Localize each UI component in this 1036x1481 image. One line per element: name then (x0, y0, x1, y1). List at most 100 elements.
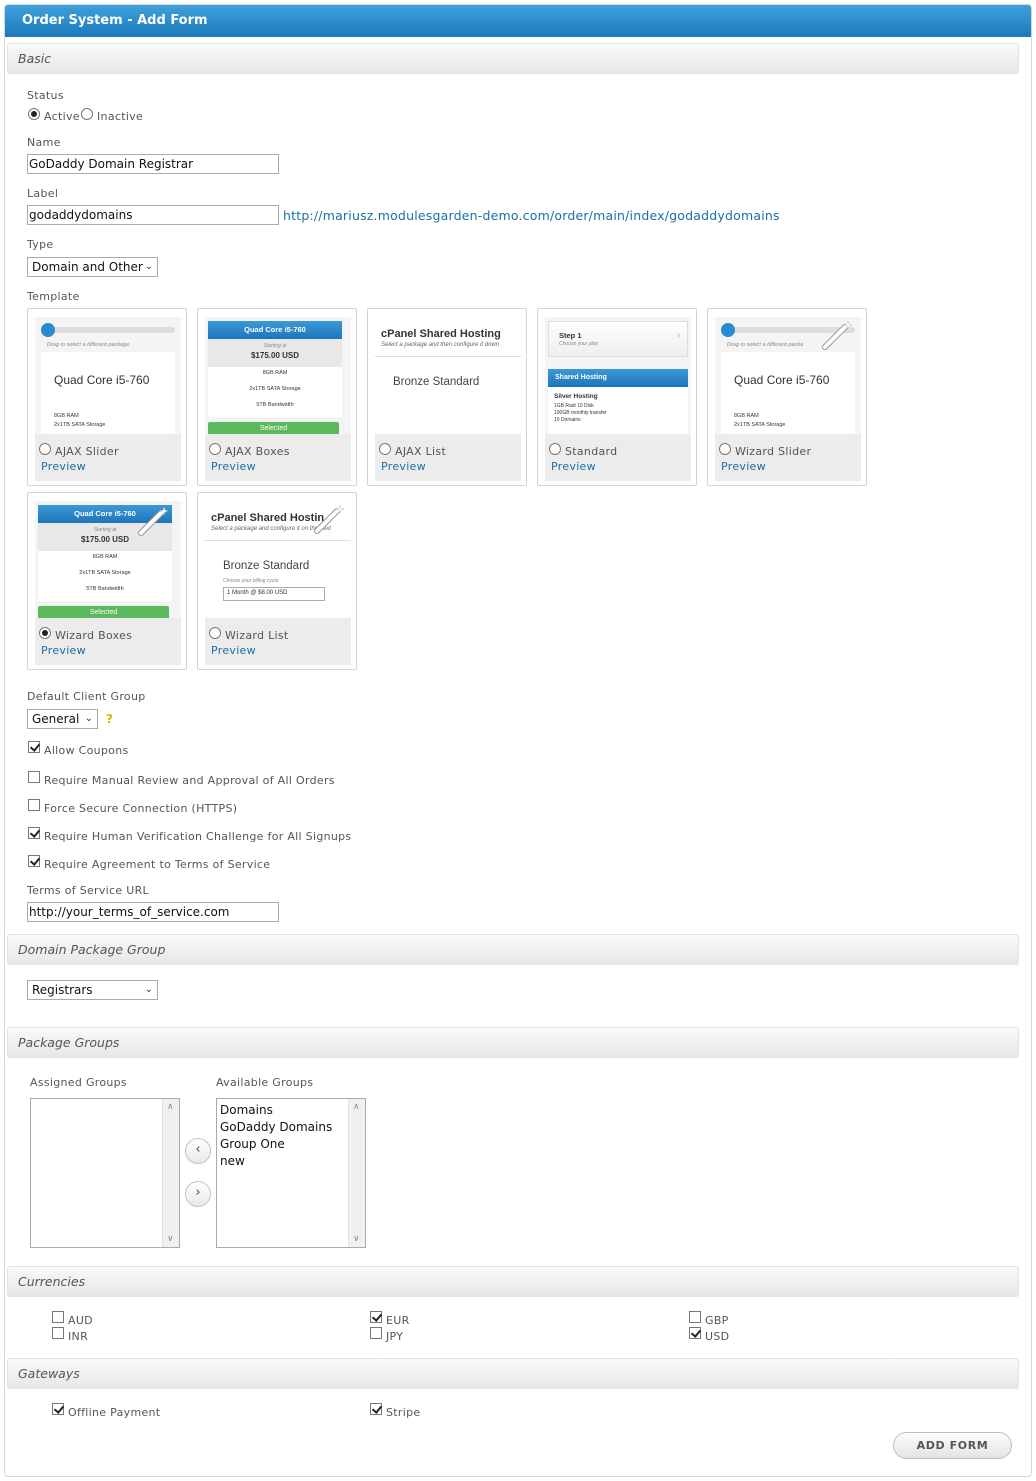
template-radio-wizard-list[interactable] (209, 627, 221, 639)
window-title: Order System - Add Form (5, 5, 1031, 37)
scroll-up-icon[interactable]: ∧ (167, 1102, 174, 1112)
chevron-down-icon: ⌄ (144, 261, 153, 272)
list-item[interactable]: Group One (220, 1137, 285, 1151)
gateway-offline-checkbox[interactable] (52, 1403, 64, 1415)
list-item[interactable]: Domains (220, 1103, 273, 1117)
template-card-wizard-slider[interactable]: Drag to select a different packa Quad Co… (707, 308, 867, 486)
name-label: Name (27, 136, 61, 149)
list-item[interactable]: new (220, 1154, 245, 1168)
scroll-down-icon[interactable]: ∨ (167, 1234, 174, 1244)
template-footer: AJAX List Preview (375, 434, 521, 481)
thumb-billing-value: 1 Month @ $8.00 USD (227, 590, 288, 596)
template-thumbnail: cPanel Shared Hostin Select a package an… (205, 501, 351, 618)
assigned-groups-label: Assigned Groups (30, 1076, 127, 1089)
template-radio-standard[interactable] (549, 443, 561, 455)
domain-group-value: Registrars (32, 983, 93, 997)
thumb-plan: Quad Core i5-760 (734, 373, 830, 387)
currency-usd-checkbox[interactable] (689, 1327, 701, 1339)
template-preview-link[interactable]: Preview (41, 460, 86, 473)
template-preview-link[interactable]: Preview (721, 460, 766, 473)
thumb-plan: Bronze Standard (223, 560, 310, 572)
template-preview-link[interactable]: Preview (381, 460, 426, 473)
help-icon[interactable]: ? (106, 712, 113, 726)
magic-wand-icon (822, 320, 853, 350)
currency-gbp-checkbox[interactable] (689, 1311, 701, 1323)
currency-aud-checkbox[interactable] (52, 1311, 64, 1323)
thumb-divider (205, 540, 351, 541)
scroll-up-icon[interactable]: ∧ (353, 1102, 360, 1112)
template-preview-link[interactable]: Preview (551, 460, 596, 473)
tos-url-label: Terms of Service URL (27, 884, 149, 897)
template-radio-ajax-list[interactable] (379, 443, 391, 455)
template-card-standard[interactable]: Step 1 Choose your plan › Shared Hosting… (537, 308, 697, 486)
domain-group-select[interactable]: Registrars ⌄ (27, 980, 158, 1000)
template-card-ajax-boxes[interactable]: Quad Core i5-760 Starting at $175.00 USD… (197, 308, 357, 486)
template-thumbnail: Drag to select a different packa Quad Co… (715, 317, 861, 434)
template-thumbnail: Quad Core i5-760 Starting at $175.00 USD… (35, 501, 181, 618)
template-card-wizard-list[interactable]: cPanel Shared Hostin Select a package an… (197, 492, 357, 670)
gateway-stripe-checkbox[interactable] (370, 1403, 382, 1415)
gateway-stripe-label: Stripe (386, 1406, 421, 1419)
thumb-silver-line: 1GB Raid 10 Disk (554, 403, 594, 409)
manual-review-checkbox[interactable] (28, 771, 40, 783)
name-input[interactable]: GoDaddy Domain Registrar (27, 154, 279, 174)
thumb-storage: 2x1TB SATA Storage (249, 386, 301, 392)
move-right-button[interactable]: › (185, 1181, 211, 1207)
gateway-offline-label: Offline Payment (68, 1406, 161, 1419)
available-groups-list[interactable]: Domains GoDaddy Domains Group One new ∧ … (216, 1098, 366, 1248)
template-name: AJAX Slider (55, 445, 119, 458)
section-package-groups-header: Package Groups (7, 1027, 1019, 1058)
template-radio-wizard-boxes[interactable] (39, 627, 51, 639)
thumb-starting: Starting at (263, 343, 287, 349)
currency-eur-checkbox[interactable] (370, 1311, 382, 1323)
list-item[interactable]: GoDaddy Domains (220, 1120, 332, 1134)
thumb-bandwidth: 5TB Bandwidth (256, 402, 294, 408)
status-inactive-radio[interactable] (81, 108, 93, 120)
move-left-button[interactable]: ‹ (185, 1138, 211, 1164)
thumb-title: cPanel Shared Hosting (381, 328, 501, 340)
form-url-link[interactable]: http://mariusz.modulesgarden-demo.com/or… (283, 208, 780, 223)
thumb-plan: Bronze Standard (393, 376, 480, 388)
template-card-ajax-slider[interactable]: Drag to select a different package. Quad… (27, 308, 187, 486)
thumb-divider (375, 356, 521, 357)
allow-coupons-checkbox[interactable] (28, 741, 40, 753)
template-thumbnail: Quad Core i5-760 Starting at $175.00 USD… (205, 317, 351, 434)
chevron-right-icon: › (195, 1185, 201, 1200)
template-preview-link[interactable]: Preview (211, 460, 256, 473)
template-name: Standard (565, 445, 618, 458)
template-radio-wizard-slider[interactable] (719, 443, 731, 455)
chevron-down-icon: ⌄ (144, 984, 153, 995)
tos-url-input[interactable]: http://your_terms_of_service.com (27, 902, 279, 922)
thumb-silver-line: 100GB monthly transfer (554, 410, 607, 416)
assigned-groups-list[interactable]: ∧ ∨ (30, 1098, 180, 1248)
section-domain-package-group-header: Domain Package Group (7, 934, 1019, 965)
section-currencies-header: Currencies (7, 1266, 1019, 1297)
scrollbar[interactable]: ∧ ∨ (348, 1099, 365, 1247)
terms-agreement-checkbox[interactable] (28, 855, 40, 867)
type-select[interactable]: Domain and Other ⌄ (27, 257, 158, 277)
template-radio-ajax-slider[interactable] (39, 443, 51, 455)
template-preview-link[interactable]: Preview (211, 644, 256, 657)
thumb-ram: 8GB RAM (54, 413, 79, 419)
template-preview-link[interactable]: Preview (41, 644, 86, 657)
template-card-ajax-list[interactable]: cPanel Shared Hosting Select a package a… (367, 308, 527, 486)
thumb-storage: 2x1TB SATA Storage (79, 570, 131, 576)
scroll-down-icon[interactable]: ∨ (353, 1234, 360, 1244)
human-verification-checkbox[interactable] (28, 827, 40, 839)
template-label: Template (27, 290, 80, 303)
client-group-select[interactable]: General ⌄ (27, 709, 98, 729)
currency-jpy-checkbox[interactable] (370, 1327, 382, 1339)
scrollbar[interactable]: ∧ ∨ (162, 1099, 179, 1247)
force-https-checkbox[interactable] (28, 799, 40, 811)
currency-inr-checkbox[interactable] (52, 1327, 64, 1339)
manual-review-label: Require Manual Review and Approval of Al… (44, 774, 335, 787)
template-footer: AJAX Boxes Preview (205, 434, 351, 481)
template-card-wizard-boxes[interactable]: Quad Core i5-760 Starting at $175.00 USD… (27, 492, 187, 670)
form-label-input[interactable]: godaddydomains (27, 205, 279, 225)
template-footer: Standard Preview (545, 434, 691, 481)
section-gateways-header: Gateways (7, 1358, 1019, 1389)
template-radio-ajax-boxes[interactable] (209, 443, 221, 455)
slider-knob (41, 323, 55, 337)
add-form-button[interactable]: ADD FORM (893, 1432, 1012, 1459)
status-active-radio[interactable] (28, 108, 40, 120)
